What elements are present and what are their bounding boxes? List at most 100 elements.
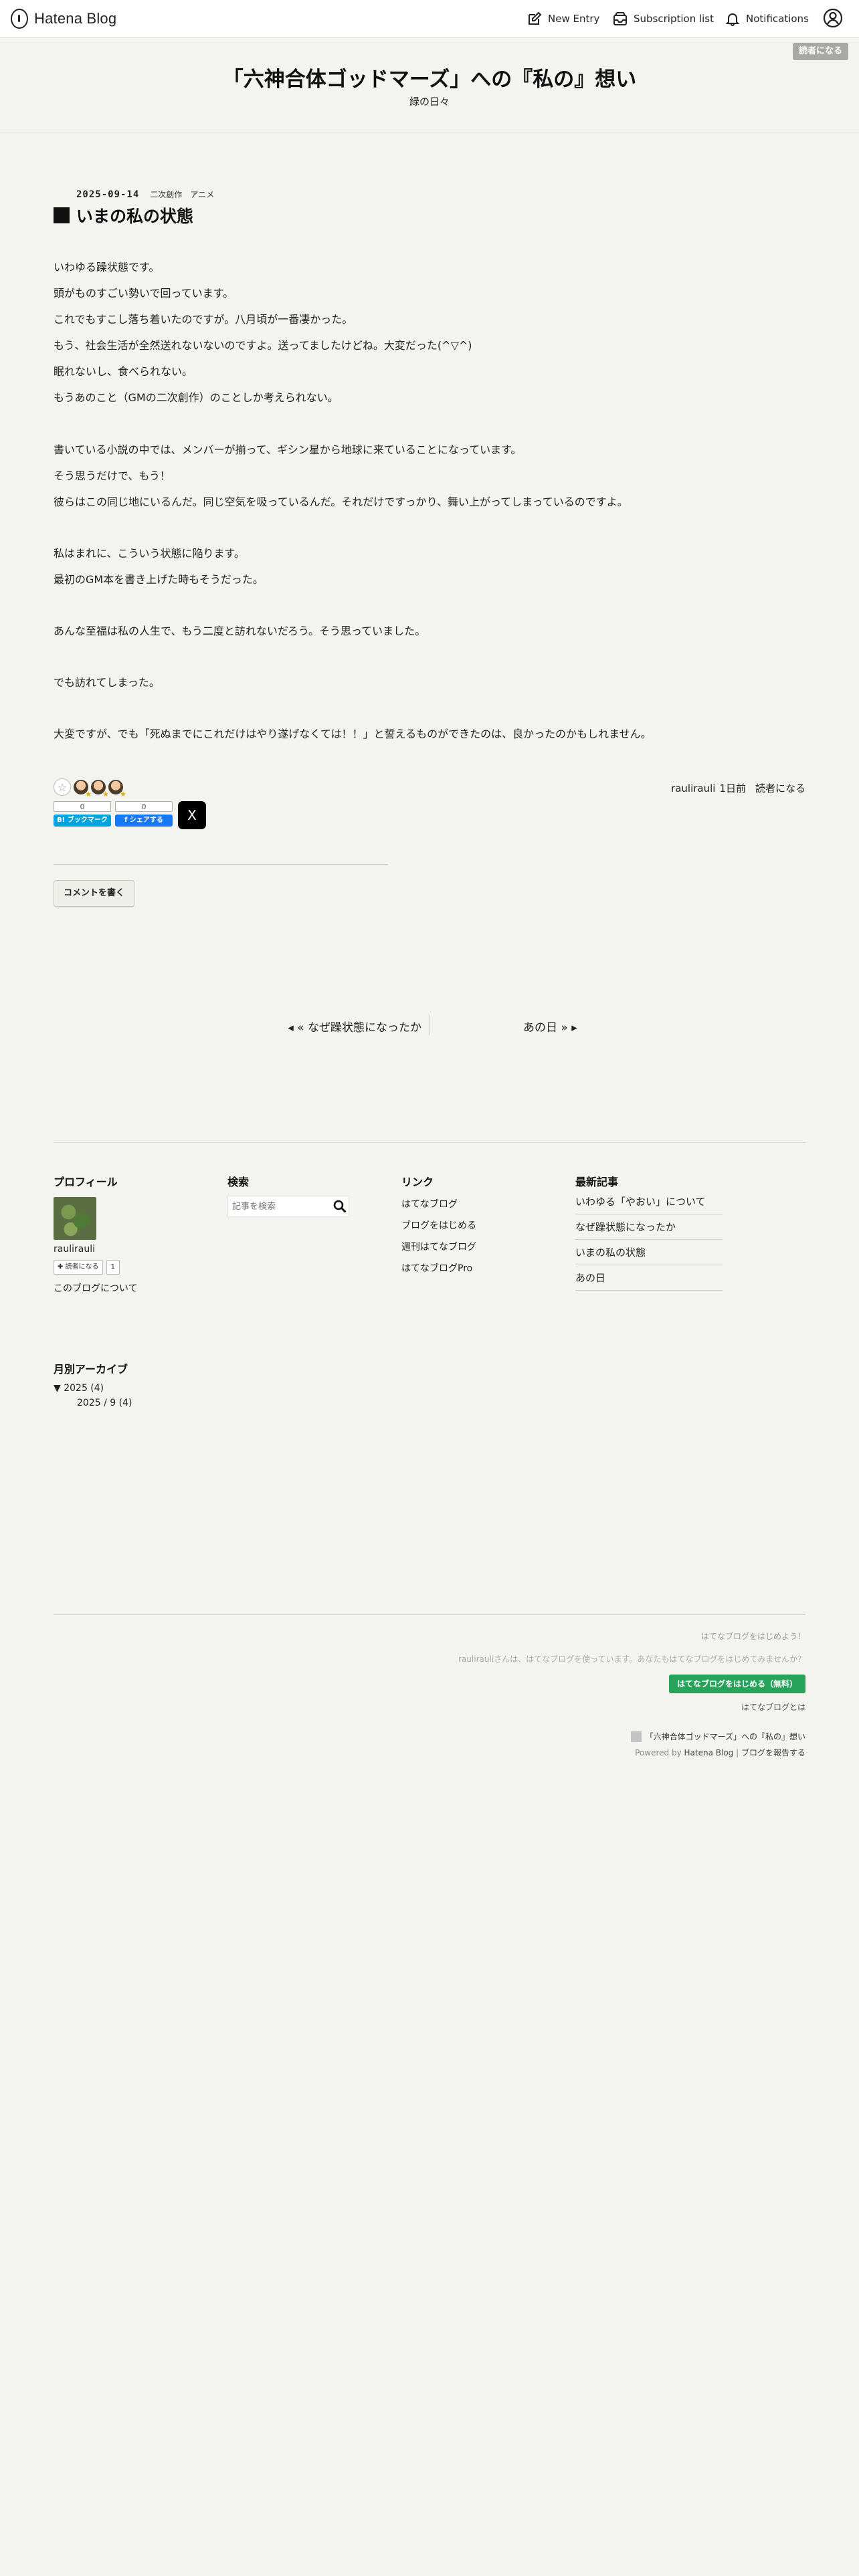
- subscriber-count[interactable]: 1: [106, 1260, 120, 1275]
- blog-header: 「六神合体ゴッドマーズ」への『私の』想い 緑の日々: [0, 38, 859, 132]
- entry-date[interactable]: 2025-09-14: [76, 189, 139, 200]
- write-comment-button[interactable]: コメントを書く: [54, 880, 135, 907]
- recent-entry-link[interactable]: いわゆる「やおい」について: [575, 1189, 723, 1214]
- footer-divider: [54, 1142, 805, 1143]
- entry-paragraph-line: そう思うだけで、もう！: [54, 469, 171, 482]
- blog-description: 緑の日々: [409, 96, 450, 108]
- notifications-label: Notifications: [746, 13, 809, 25]
- archive-heading: 月別アーカイブ: [54, 1363, 128, 1376]
- entry-pager: ◂ « なぜ躁状態になったか あの日 » ▸: [0, 1015, 859, 1037]
- entry-title: いまの私の状態: [54, 203, 193, 227]
- link-item[interactable]: はてなブログ: [401, 1197, 476, 1210]
- profile-subscribe-button[interactable]: ✚ 読者になる: [54, 1260, 103, 1275]
- facebook-share[interactable]: 0 f シェアする: [115, 801, 173, 827]
- footer-blog-name[interactable]: 「六神合体ゴッドマーズ」への『私の』想い: [630, 1731, 805, 1742]
- about-hatena-blog-link[interactable]: はてなブログとは: [741, 1701, 805, 1713]
- entry-paragraph-line: 大変ですが、でも「死ぬまでにこれだけはやり遂げなくては！！」と誓えるものができた…: [54, 728, 652, 740]
- about-blog-link[interactable]: このブログについて: [54, 1281, 138, 1295]
- powered-prefix: Powered by: [635, 1748, 682, 1757]
- star-user-avatar[interactable]: [74, 780, 92, 798]
- x-share-button[interactable]: X: [178, 801, 206, 829]
- report-blog-link[interactable]: ブログを報告する: [741, 1748, 805, 1757]
- archive-month-link[interactable]: 2025 / 9 (4): [77, 1398, 132, 1408]
- subscription-list-label: Subscription list: [634, 13, 714, 25]
- archive-module: 月別アーカイブ ▼ 2025 (4) 2025 / 9 (4): [54, 1360, 132, 1408]
- entry-paragraph-line: もうあのこと（GMの二次創作）のことしか考えられない。: [54, 391, 339, 404]
- entry-category[interactable]: アニメ: [190, 189, 214, 200]
- recent-entry-link[interactable]: なぜ躁状態になったか: [575, 1214, 723, 1240]
- bottom-divider: [54, 1614, 805, 1615]
- search-icon[interactable]: [332, 1199, 347, 1214]
- user-icon: [823, 8, 843, 28]
- archive-year-toggle[interactable]: ▼ 2025 (4): [54, 1383, 132, 1394]
- inbox-icon: [613, 12, 627, 25]
- recent-entry-link[interactable]: いまの私の状態: [575, 1240, 723, 1265]
- entry-paragraph-line: 私はまれに、こういう状態に陥ります。: [54, 547, 245, 560]
- profile-heading: プロフィール: [54, 1176, 118, 1188]
- hatena-blog-link[interactable]: Hatena Blog: [684, 1748, 734, 1757]
- pipe-separator: |: [736, 1748, 739, 1757]
- entry-category[interactable]: 二次創作: [150, 189, 182, 200]
- start-blog-button[interactable]: はてなブログをはじめる（無料）: [668, 1675, 805, 1693]
- search-box: [227, 1196, 349, 1217]
- promo-headline[interactable]: はてなブログをはじめよう！: [701, 1630, 805, 1642]
- new-entry-label: New Entry: [548, 13, 600, 25]
- entry-meta: 2025-09-14 二次創作 アニメ: [76, 189, 214, 200]
- facebook-share-button[interactable]: f シェアする: [115, 815, 173, 827]
- recent-entries-module: 最新記事 いわゆる「やおい」について なぜ躁状態になったか いまの私の状態 あの…: [575, 1173, 723, 1291]
- comment-separator: [54, 864, 388, 865]
- posted-time[interactable]: 1日前: [719, 782, 746, 794]
- bookmark-button[interactable]: B! ブックマーク: [54, 815, 111, 827]
- bookmark-count: 0: [54, 801, 111, 812]
- hatena-star-area: ☆: [54, 778, 126, 798]
- link-item[interactable]: はてなブログPro: [401, 1261, 476, 1275]
- global-header: Hatena Blog New Entry Subscription list …: [0, 0, 859, 38]
- recent-entry-link[interactable]: あの日: [575, 1265, 723, 1291]
- new-entry-link[interactable]: New Entry: [527, 9, 599, 28]
- add-star-button[interactable]: ☆: [54, 778, 71, 796]
- entry-paragraph-line: あんな至福は私の人生で、もう二度と訪れないだろう。そう思っていました。: [54, 625, 426, 637]
- author-link[interactable]: raulirauli: [671, 782, 715, 794]
- bell-icon: [725, 13, 740, 26]
- entry-title-text[interactable]: いまの私の状態: [76, 203, 193, 227]
- recent-heading: 最新記事: [575, 1176, 619, 1188]
- profile-name[interactable]: raulirauli: [54, 1244, 138, 1255]
- star-user-avatar[interactable]: [91, 780, 109, 798]
- hatena-bookmark-share[interactable]: 0 B! ブックマーク: [54, 801, 111, 827]
- entry-author-meta: raulirauli 1日前 読者になる: [671, 781, 805, 795]
- entry-paragraph-line: 頭がものすごい勢いで回っています。: [54, 287, 234, 300]
- subscription-list-link[interactable]: Subscription list: [613, 9, 714, 28]
- entry-paragraph-line: これでもすこし落ち着いたのですが。八月頃が一番凄かった。: [54, 313, 353, 326]
- entry-paragraph-line: いわゆる躁状態です。: [54, 261, 160, 274]
- search-module: 検索: [227, 1173, 349, 1217]
- share-buttons: 0 B! ブックマーク 0 f シェアする X: [54, 801, 206, 829]
- next-entry-link[interactable]: あの日 » ▸: [523, 1018, 577, 1035]
- profile-subscribe: ✚ 読者になる 1: [54, 1260, 138, 1275]
- links-module: リンク はてなブログ ブログをはじめる 週刊はてなブログ はてなブログPro: [401, 1173, 476, 1275]
- star-user-avatar[interactable]: [108, 780, 126, 798]
- profile-module: プロフィール raulirauli ✚ 読者になる 1 このブログについて: [54, 1173, 138, 1295]
- link-item[interactable]: 週刊はてなブログ: [401, 1240, 476, 1253]
- edit-icon: [529, 11, 542, 25]
- notifications-link[interactable]: Notifications: [725, 9, 809, 28]
- user-menu-button[interactable]: [823, 8, 843, 31]
- entry-paragraph-line: 書いている小説の中では、メンバーが揃って、ギシン星から地球に来ていることになって…: [54, 443, 522, 456]
- entry-footer: ☆ 0 B! ブックマーク 0 f シェアする X raulirauli 1日前読…: [54, 776, 805, 836]
- profile-avatar[interactable]: [54, 1197, 96, 1240]
- entry-paragraph-line: 眠れないし、食べられない。: [54, 365, 193, 378]
- blog-title[interactable]: 「六神合体ゴッドマーズ」への『私の』想い: [0, 62, 859, 92]
- hatena-blog-logo[interactable]: Hatena Blog: [11, 8, 116, 29]
- x-logo-icon: X: [187, 807, 197, 823]
- search-input[interactable]: [228, 1197, 332, 1216]
- promo-text: raulirauliさんは、はてなブログを使っています。あなたもはてなブログをは…: [458, 1654, 805, 1664]
- powered-by: Powered by Hatena Blog | ブログを報告する: [635, 1747, 805, 1758]
- blog-icon: [630, 1731, 642, 1742]
- prev-entry-link[interactable]: ◂ « なぜ躁状態になったか: [288, 1018, 421, 1035]
- facebook-count: 0: [115, 801, 173, 812]
- entry-paragraph-line: もう、社会生活が全然送れないないのですよ。送ってましたけどね。大変だった(^▽^…: [54, 339, 472, 352]
- link-item[interactable]: ブログをはじめる: [401, 1218, 476, 1232]
- entry-paragraph-line: でも訪れてしまった。: [54, 676, 160, 689]
- author-subscribe-link[interactable]: 読者になる: [755, 782, 805, 794]
- logo-text: Hatena Blog: [34, 10, 117, 27]
- footer-blog-name-text: 「六神合体ゴッドマーズ」への『私の』想い: [645, 1732, 805, 1741]
